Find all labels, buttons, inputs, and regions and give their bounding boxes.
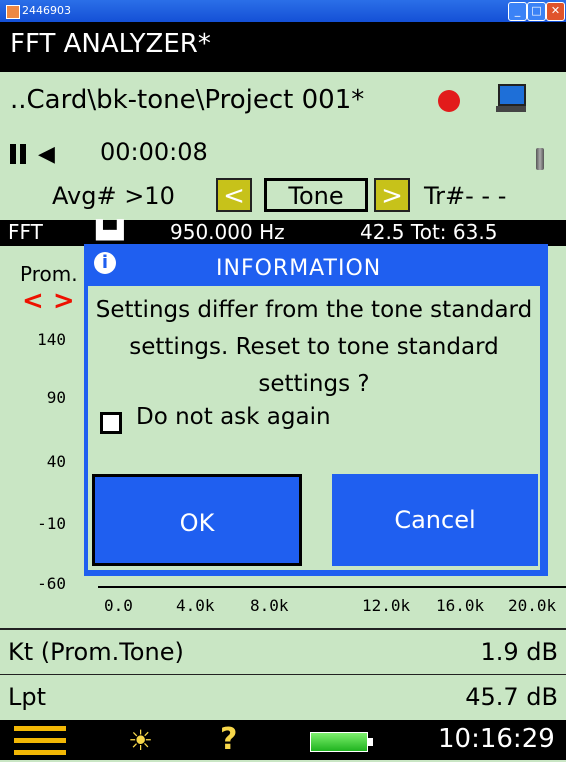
dialog-body: Settings differ from the tone standard s… bbox=[88, 286, 540, 570]
x-tick: 8.0k bbox=[250, 596, 289, 615]
computer-icon[interactable] bbox=[496, 84, 526, 112]
maximize-button[interactable]: □ bbox=[527, 2, 546, 21]
help-icon[interactable]: ? bbox=[220, 722, 237, 757]
scroll-arrows-icon[interactable]: < > bbox=[22, 286, 75, 316]
x-axis bbox=[98, 586, 566, 588]
readout-row[interactable]: Kt (Prom.Tone) 1.9 dB bbox=[0, 630, 566, 675]
dialog-title: INFORMATION bbox=[216, 256, 382, 281]
x-tick: 12.0k bbox=[362, 596, 411, 615]
y-tick: -10 bbox=[37, 514, 66, 533]
pause-icon-bar[interactable] bbox=[20, 144, 26, 164]
next-mode-button[interactable]: > bbox=[374, 178, 410, 212]
mode-row: Avg# >10 < Tone > Tr#- - - bbox=[0, 178, 566, 220]
cursor-frequency: 950.000 Hz bbox=[170, 220, 285, 244]
chart-label: Prom. bbox=[20, 262, 78, 286]
spectrum-icon: ▙▟ bbox=[96, 220, 124, 241]
readout-value: 45.7 dB bbox=[465, 683, 558, 711]
readout-value: 1.9 dB bbox=[480, 638, 559, 666]
info-icon: i bbox=[94, 252, 116, 274]
x-tick: 16.0k bbox=[436, 596, 485, 615]
x-tick: 4.0k bbox=[176, 596, 215, 615]
elapsed-time: 00:00:08 bbox=[100, 138, 208, 166]
menu-icon[interactable] bbox=[14, 726, 66, 762]
microphone-icon bbox=[536, 148, 544, 170]
measurement-type: FFT bbox=[8, 220, 43, 244]
x-tick: 20.0k bbox=[508, 596, 557, 615]
y-tick: 140 bbox=[37, 330, 66, 349]
window-titlebar: 2446903 _ □ ✕ bbox=[0, 0, 566, 22]
ok-button[interactable]: OK bbox=[92, 474, 302, 566]
project-path[interactable]: ..Card\bk-tone\Project 001* bbox=[10, 72, 364, 128]
readout-label: Lpt bbox=[8, 683, 47, 711]
information-dialog: i INFORMATION Settings differ from the t… bbox=[84, 244, 548, 576]
average-count: Avg# >10 bbox=[52, 182, 175, 210]
speaker-icon[interactable]: ◀ bbox=[38, 142, 55, 167]
x-tick: 0.0 bbox=[104, 596, 133, 615]
mode-selector[interactable]: Tone bbox=[264, 178, 368, 212]
project-row: ..Card\bk-tone\Project 001* bbox=[0, 72, 566, 128]
window-title: 2446903 bbox=[22, 4, 71, 17]
prev-mode-button[interactable]: < bbox=[216, 178, 252, 212]
readout-label: Kt (Prom.Tone) bbox=[8, 638, 184, 666]
dialog-message: Settings differ from the tone standard s… bbox=[95, 297, 533, 397]
backlight-icon[interactable]: ☀ bbox=[128, 724, 153, 757]
cursor-level: 42.5 Tot: 63.5 bbox=[360, 220, 498, 244]
y-tick: 40 bbox=[46, 452, 66, 471]
do-not-ask-label[interactable]: Do not ask again bbox=[136, 404, 331, 430]
app-icon bbox=[6, 5, 20, 19]
trigger-count: Tr#- - - bbox=[424, 182, 507, 210]
y-tick: 90 bbox=[46, 388, 66, 407]
measurement-bar: FFT ▙▟ 950.000 Hz 42.5 Tot: 63.5 bbox=[0, 220, 566, 246]
close-button[interactable]: ✕ bbox=[546, 2, 565, 21]
y-tick: -60 bbox=[37, 574, 66, 593]
cancel-button[interactable]: Cancel bbox=[332, 474, 538, 566]
dialog-header: i INFORMATION bbox=[84, 244, 548, 286]
minimize-button[interactable]: _ bbox=[508, 2, 527, 21]
timer-row: ◀ 00:00:08 bbox=[0, 128, 566, 178]
battery-icon bbox=[310, 732, 373, 752]
readout-row[interactable]: Lpt 45.7 dB bbox=[0, 675, 566, 720]
clock: 10:16:29 bbox=[438, 724, 555, 754]
status-smiley-icon bbox=[438, 90, 460, 112]
pause-icon[interactable] bbox=[10, 144, 16, 164]
do-not-ask-checkbox[interactable] bbox=[100, 412, 122, 434]
taskbar: ☀ ? 10:16:29 bbox=[0, 720, 566, 760]
app-title: FFT ANALYZER* bbox=[0, 22, 566, 72]
